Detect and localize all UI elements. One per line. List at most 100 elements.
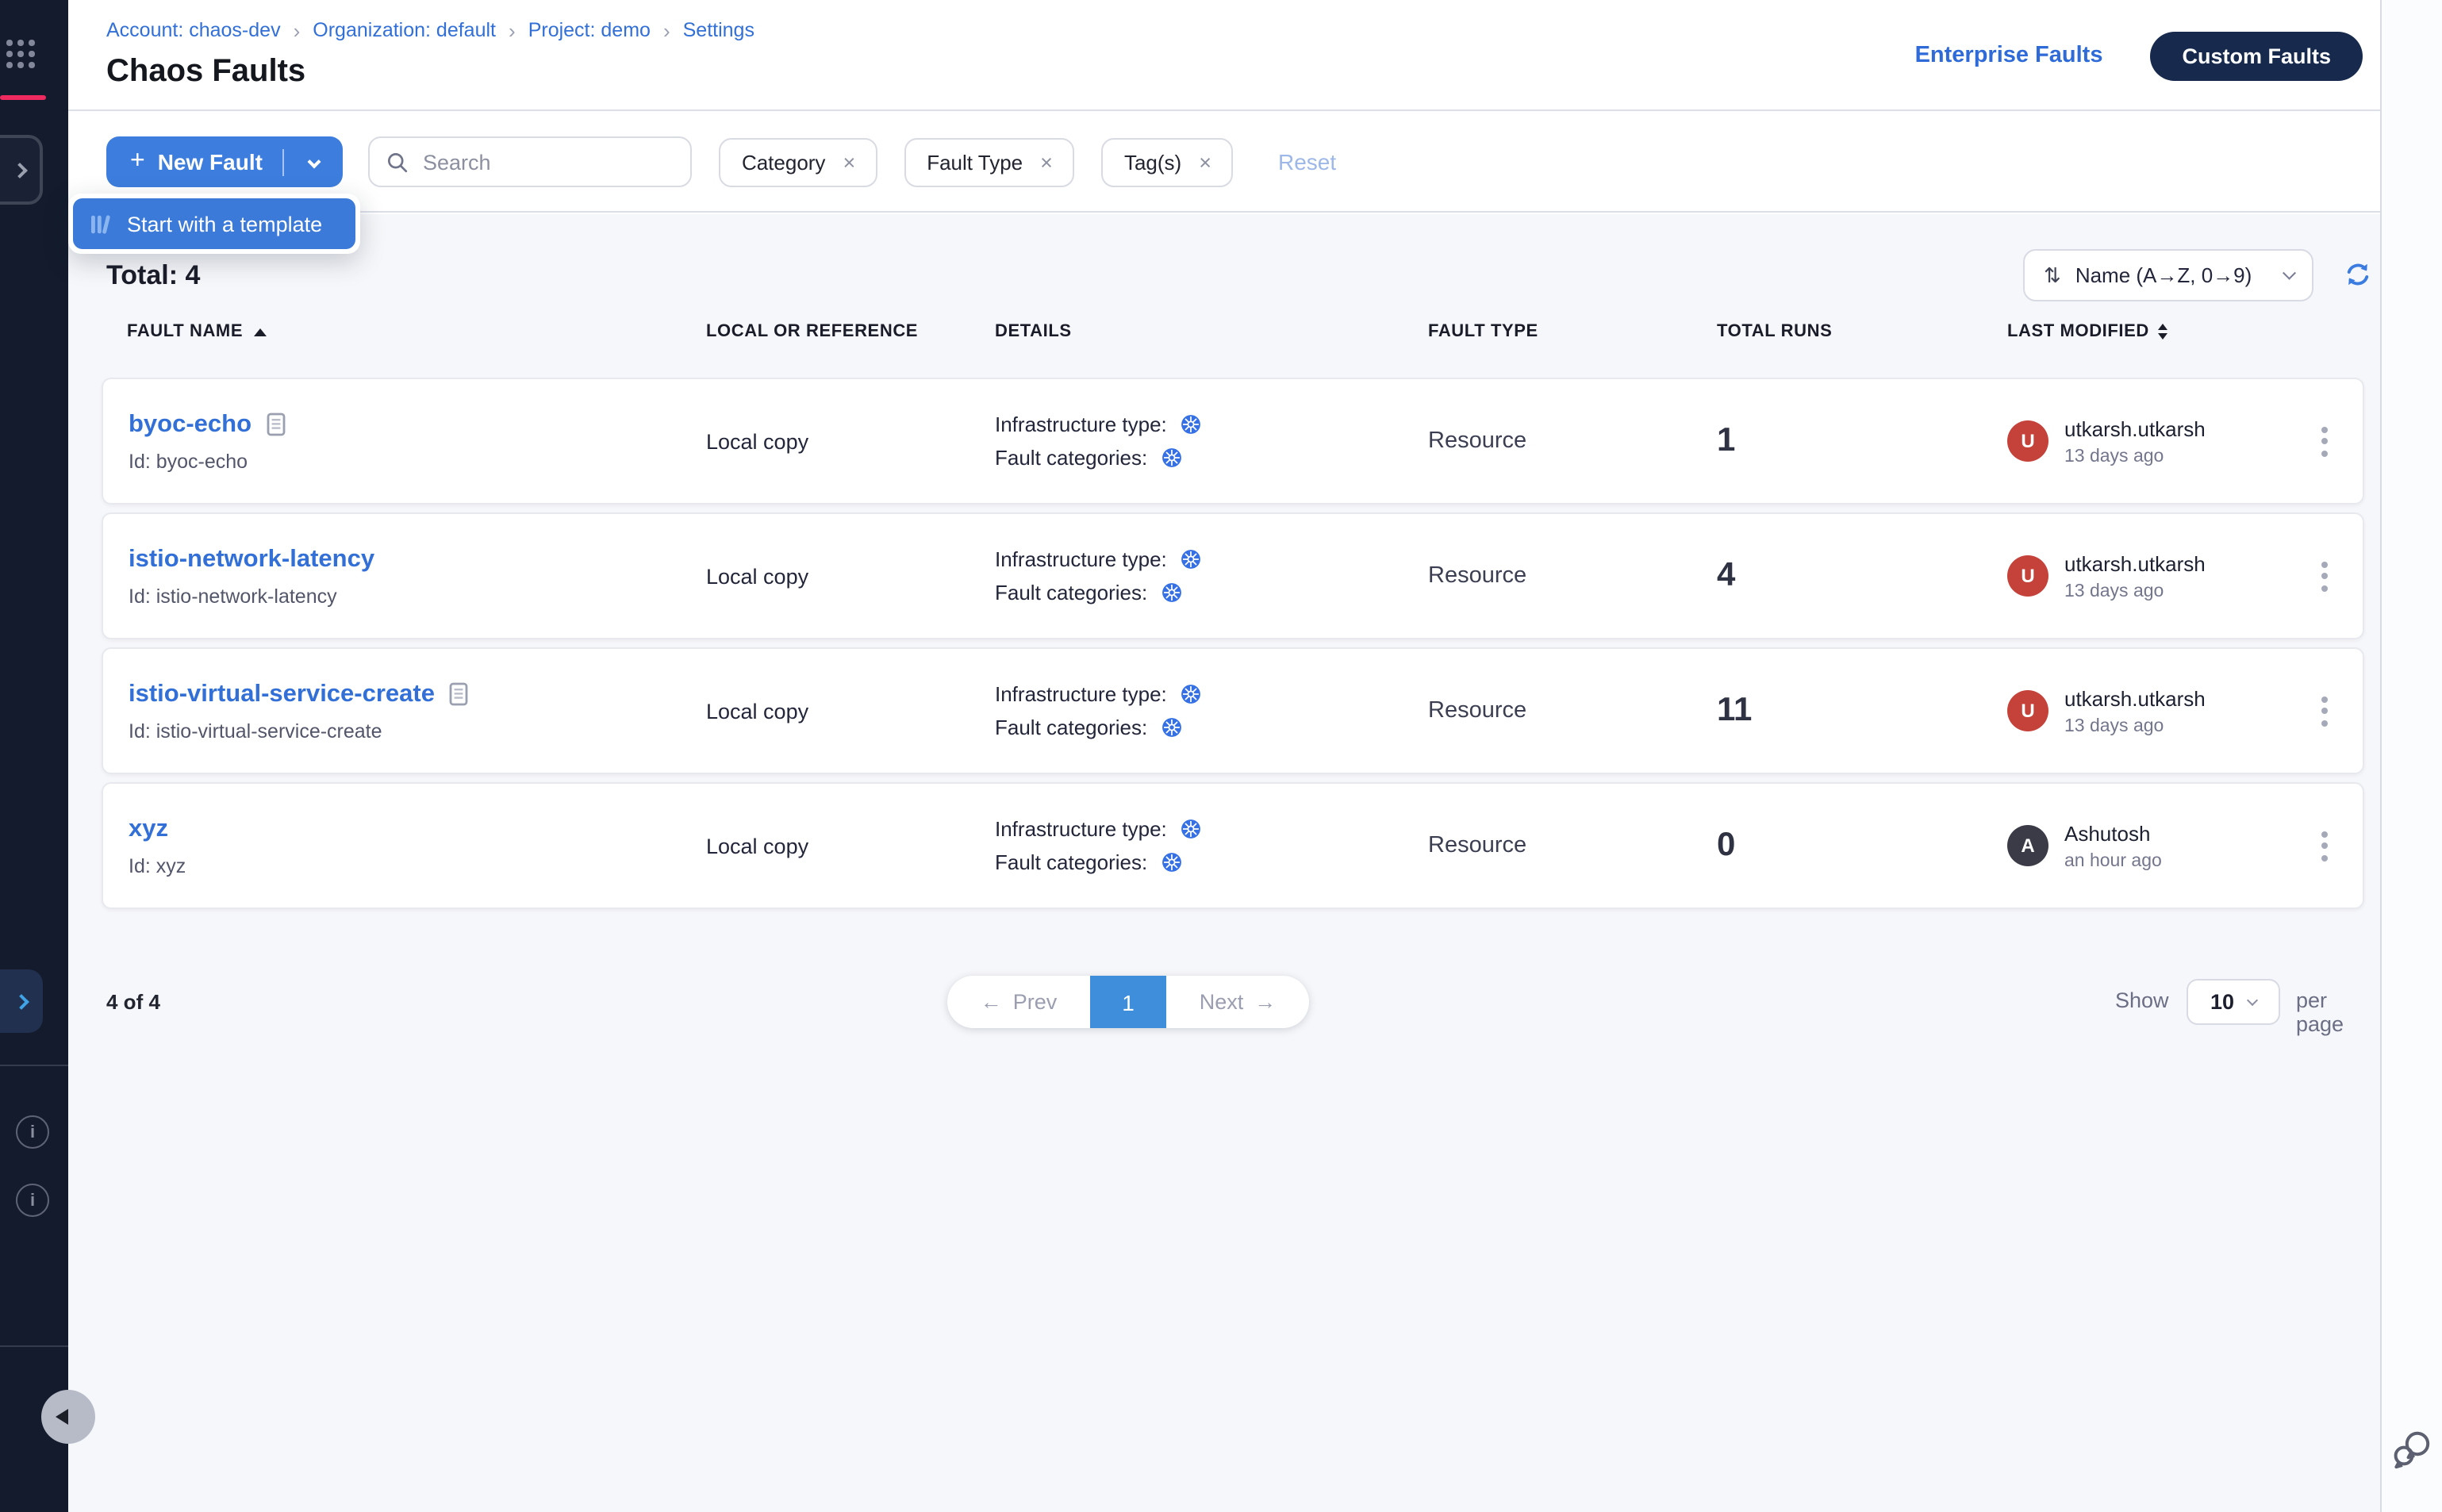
page-header: Account: chaos-dev › Organization: defau…	[68, 0, 2380, 111]
page-title: Chaos Faults	[106, 54, 305, 90]
info-icon[interactable]: i	[16, 1115, 49, 1149]
kubernetes-icon[interactable]	[1181, 549, 1202, 570]
fault-id: Id: istio-virtual-service-create	[129, 720, 706, 742]
sort-label: Name (A→Z, 0→9)	[2075, 263, 2270, 287]
table-row[interactable]: istio-virtual-service-create Id: istio-v…	[102, 647, 2364, 774]
document-icon[interactable]	[449, 682, 468, 706]
total-runs-value: 0	[1717, 827, 2007, 865]
kubernetes-icon[interactable]	[1181, 684, 1202, 704]
chevron-separator-icon: ›	[663, 20, 670, 40]
kubernetes-icon[interactable]	[1161, 447, 1182, 468]
last-modified-cell: U utkarsh.utkarsh 13 days ago	[2007, 416, 2286, 466]
close-icon[interactable]: ×	[843, 150, 855, 174]
new-fault-button[interactable]: + New Fault	[106, 136, 344, 187]
info-icon[interactable]: i	[16, 1184, 49, 1217]
fault-name-link[interactable]: byoc-echo	[129, 410, 251, 439]
avatar: A	[2007, 825, 2048, 866]
left-nav-rail: i i	[0, 0, 68, 1512]
fault-name-link[interactable]: xyz	[129, 815, 168, 843]
breadcrumb-project[interactable]: Project: demo	[528, 19, 651, 41]
chat-help-icon[interactable]	[2390, 1428, 2434, 1476]
page-1-button[interactable]: 1	[1090, 976, 1166, 1028]
fault-type-value: Resource	[1428, 563, 1717, 589]
plus-icon: +	[130, 149, 145, 175]
new-fault-label: New Fault	[158, 149, 263, 175]
app-grid-icon[interactable]	[6, 40, 34, 67]
local-or-reference-value: Local copy	[706, 564, 995, 588]
table-row[interactable]: byoc-echo Id: byoc-echo Local copy Infra…	[102, 378, 2364, 505]
last-modified-cell: U utkarsh.utkarsh 13 days ago	[2007, 551, 2286, 601]
modified-by-user: utkarsh.utkarsh	[2064, 686, 2206, 710]
kubernetes-icon[interactable]	[1181, 414, 1202, 435]
divider	[0, 1345, 68, 1347]
details-cell: Infrastructure type: Fault categories:	[995, 817, 1428, 874]
row-menu-button[interactable]	[2286, 426, 2363, 456]
row-menu-button[interactable]	[2286, 561, 2363, 591]
filter-chip-tags[interactable]: Tag(s) ×	[1102, 137, 1234, 186]
custom-faults-button[interactable]: Custom Faults	[2150, 31, 2363, 80]
toolbar: + New Fault Category × Fault Type ×	[68, 113, 2380, 213]
modified-time: an hour ago	[2064, 851, 2162, 870]
fault-name-link[interactable]: istio-network-latency	[129, 545, 374, 574]
total-runs-value: 1	[1717, 422, 2007, 460]
last-modified-cell: A Ashutosh an hour ago	[2007, 821, 2286, 870]
details-cell: Infrastructure type: Fault categories:	[995, 547, 1428, 604]
column-fault-name[interactable]: FAULT NAME	[127, 322, 243, 341]
table-row[interactable]: istio-network-latency Id: istio-network-…	[102, 512, 2364, 639]
infrastructure-type-label: Infrastructure type:	[995, 413, 1167, 436]
kubernetes-icon[interactable]	[1161, 582, 1182, 603]
avatar: U	[2007, 690, 2048, 731]
template-library-icon	[89, 212, 113, 236]
filter-chip-category[interactable]: Category ×	[720, 137, 877, 186]
column-last-modified[interactable]: LAST MODIFIED	[2007, 322, 2149, 341]
total-count: Total: 4	[106, 260, 200, 292]
reset-filters-link[interactable]: Reset	[1278, 149, 1336, 175]
document-icon[interactable]	[266, 413, 285, 436]
row-menu-button[interactable]	[2286, 696, 2363, 726]
total-runs-value: 11	[1717, 692, 2007, 730]
chevron-down-icon[interactable]	[285, 157, 344, 167]
breadcrumb-account[interactable]: Account: chaos-dev	[106, 19, 281, 41]
arrow-left-icon: ←	[981, 990, 1002, 1014]
fault-categories-label: Fault categories:	[995, 446, 1147, 470]
avatar: U	[2007, 420, 2048, 462]
modified-time: 13 days ago	[2064, 581, 2206, 601]
page-size-select[interactable]: 10	[2187, 979, 2280, 1025]
filter-chip-fault-type[interactable]: Fault Type ×	[904, 137, 1075, 186]
search-icon	[386, 150, 410, 174]
column-total-runs: TOTAL RUNS	[1717, 322, 2007, 341]
chevron-separator-icon: ›	[294, 20, 301, 40]
faults-list-section: Total: 4 ⇅ Name (A→Z, 0→9) FAULT NAME	[68, 214, 2380, 1512]
header-actions: Enterprise Faults Custom Faults	[1915, 0, 2363, 111]
enterprise-faults-link[interactable]: Enterprise Faults	[1915, 43, 2103, 68]
prev-page-button[interactable]: ← Prev	[947, 976, 1090, 1028]
expand-panel-button[interactable]	[0, 969, 43, 1033]
refresh-button[interactable]	[2344, 260, 2372, 294]
sort-select[interactable]: ⇅ Name (A→Z, 0→9)	[2023, 249, 2313, 301]
infrastructure-type-label: Infrastructure type:	[995, 817, 1167, 841]
kubernetes-icon[interactable]	[1161, 852, 1182, 873]
divider	[0, 1065, 68, 1066]
local-or-reference-value: Local copy	[706, 699, 995, 723]
sidebar-collapse-handle[interactable]	[41, 1390, 95, 1444]
fault-name-link[interactable]: istio-virtual-service-create	[129, 680, 435, 708]
next-page-button[interactable]: Next →	[1166, 976, 1309, 1028]
breadcrumb-settings[interactable]: Settings	[683, 19, 754, 41]
faults-table: byoc-echo Id: byoc-echo Local copy Infra…	[102, 378, 2364, 909]
search-input[interactable]	[423, 150, 661, 174]
fault-type-value: Resource	[1428, 833, 1717, 858]
table-row[interactable]: xyz Id: xyz Local copy Infrastructure ty…	[102, 782, 2364, 909]
details-cell: Infrastructure type: Fault categories:	[995, 682, 1428, 739]
expand-nav-button[interactable]	[0, 135, 43, 205]
close-icon[interactable]: ×	[1040, 150, 1053, 174]
breadcrumb-organization[interactable]: Organization: default	[313, 19, 496, 41]
new-fault-dropdown: Start with a template	[68, 194, 360, 254]
kubernetes-icon[interactable]	[1181, 819, 1202, 839]
row-menu-button[interactable]	[2286, 831, 2363, 861]
kubernetes-icon[interactable]	[1161, 717, 1182, 738]
start-with-template-item[interactable]: Start with a template	[73, 198, 355, 249]
table-header-row: FAULT NAME LOCAL OR REFERENCE DETAILS FA…	[102, 322, 2364, 341]
close-icon[interactable]: ×	[1199, 150, 1211, 174]
per-page-label: per page	[2296, 988, 2380, 1036]
infrastructure-type-label: Infrastructure type:	[995, 682, 1167, 706]
